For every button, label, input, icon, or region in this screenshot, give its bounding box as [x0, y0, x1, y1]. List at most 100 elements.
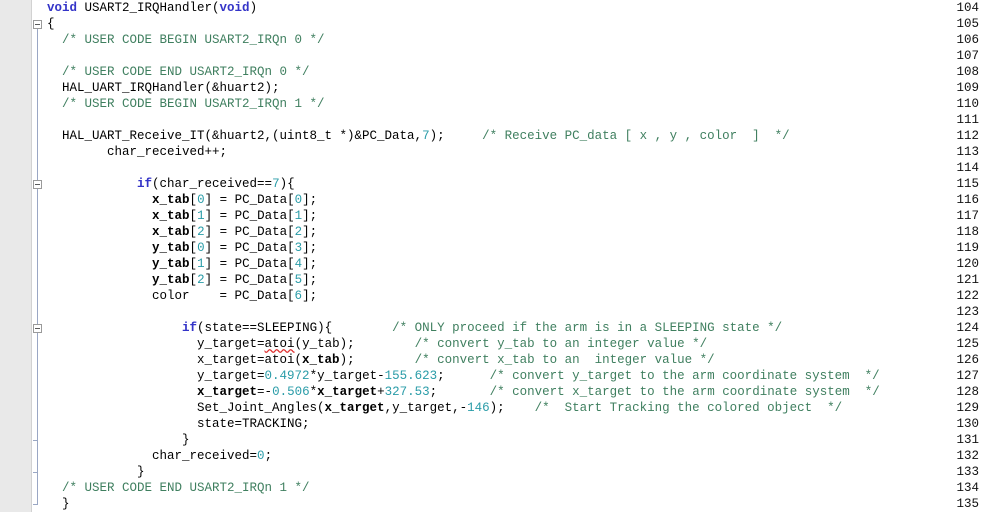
- number-token: 6: [294, 289, 303, 303]
- code-token: x_tab: [302, 353, 340, 367]
- keyword-token: if: [137, 177, 153, 191]
- number-token: 4: [294, 257, 303, 271]
- code-line[interactable]: y_tab[1] = PC_Data[4];: [47, 256, 982, 272]
- number-token: 2: [294, 225, 303, 239]
- code-token: ] = PC_Data[: [204, 241, 295, 255]
- code-token: y_target=: [47, 337, 265, 351]
- code-line[interactable]: color = PC_Data[6];: [47, 288, 982, 304]
- code-line[interactable]: [47, 160, 982, 176]
- comment-token: /* Start Tracking the colored object */: [534, 401, 843, 415]
- code-token: char_received++;: [47, 145, 228, 159]
- keyword-token: if: [182, 321, 198, 335]
- code-line[interactable]: y_tab[2] = PC_Data[5];: [47, 272, 982, 288]
- number-token: 7: [422, 129, 430, 143]
- comment-token: /* ONLY proceed if the arm is in a SLEEP…: [392, 321, 783, 335]
- code-line[interactable]: char_received=0;: [47, 448, 982, 464]
- code-line[interactable]: /* USER CODE BEGIN USART2_IRQn 0 */: [47, 32, 982, 48]
- number-token: 0: [197, 193, 205, 207]
- comment-token: /* USER CODE BEGIN USART2_IRQn 0 */: [62, 33, 325, 47]
- line-number-gutter[interactable]: [0, 0, 32, 512]
- code-token: y_tab: [152, 257, 190, 271]
- code-line[interactable]: /* USER CODE END USART2_IRQn 0 */: [47, 64, 982, 80]
- code-line[interactable]: x_target=atoi(x_tab); /* convert x_tab t…: [47, 352, 982, 368]
- code-token: char_received=: [47, 449, 258, 463]
- error-token: atoi: [264, 337, 295, 351]
- number-token: 0: [257, 449, 265, 463]
- number-token: 155.623: [384, 369, 438, 383]
- code-token: ){: [279, 177, 295, 191]
- code-token: {: [47, 17, 55, 31]
- fold-end-tick: [33, 440, 38, 441]
- comment-token: /* convert x_target to the arm coordinat…: [489, 385, 880, 399]
- code-token: );: [339, 353, 415, 367]
- number-token: 2: [197, 273, 205, 287]
- number-token: 3: [294, 241, 303, 255]
- code-line[interactable]: state=TRACKING;: [47, 416, 982, 432]
- code-token: =-: [257, 385, 273, 399]
- code-line[interactable]: HAL_UART_Receive_IT(&huart2,(uint8_t *)&…: [47, 128, 982, 144]
- code-token: }: [47, 497, 70, 511]
- code-line[interactable]: Set_Joint_Angles(x_target,y_target,-146)…: [47, 400, 982, 416]
- code-token: x_tab: [152, 225, 190, 239]
- code-token: ];: [302, 193, 318, 207]
- comment-token: /* convert x_tab to an integer value */: [414, 353, 715, 367]
- code-token: y_target=: [47, 369, 265, 383]
- code-token: ] = PC_Data[: [204, 193, 295, 207]
- code-line[interactable]: [47, 112, 982, 128]
- number-token: 0: [197, 241, 205, 255]
- comment-token: /* USER CODE END USART2_IRQn 0 */: [62, 65, 310, 79]
- code-token: state=TRACKING;: [47, 417, 310, 431]
- code-token: x_target: [324, 401, 385, 415]
- code-token: ] = PC_Data[: [204, 257, 295, 271]
- code-line[interactable]: x_tab[0] = PC_Data[0];: [47, 192, 982, 208]
- code-line[interactable]: /* USER CODE END USART2_IRQn 1 */: [47, 480, 982, 496]
- code-token: HAL_UART_IRQHandler(&huart2);: [47, 81, 280, 95]
- number-token: 5: [294, 273, 303, 287]
- code-token: [: [189, 193, 198, 207]
- code-line[interactable]: [47, 48, 982, 64]
- code-token: }: [47, 433, 190, 447]
- code-line[interactable]: x_tab[2] = PC_Data[2];: [47, 224, 982, 240]
- number-token: 0.506: [272, 385, 310, 399]
- code-folding-margin[interactable]: [32, 0, 46, 512]
- code-token: ];: [302, 225, 318, 239]
- fold-minus-icon[interactable]: [33, 180, 42, 189]
- code-token: [: [189, 273, 198, 287]
- fold-minus-icon[interactable]: [33, 324, 42, 333]
- code-token: ] = PC_Data[: [204, 273, 295, 287]
- code-line[interactable]: /* USER CODE BEGIN USART2_IRQn 1 */: [47, 96, 982, 112]
- code-token: x_tab: [152, 193, 190, 207]
- fold-minus-icon[interactable]: [33, 20, 42, 29]
- code-line[interactable]: }: [47, 464, 982, 480]
- code-line[interactable]: void USART2_IRQHandler(void): [47, 0, 982, 16]
- code-token: ): [249, 1, 258, 15]
- code-token: ];: [302, 273, 318, 287]
- code-line[interactable]: [47, 304, 982, 320]
- code-line[interactable]: }: [47, 496, 982, 512]
- code-line[interactable]: HAL_UART_IRQHandler(&huart2);: [47, 80, 982, 96]
- code-token: x_target=atoi(: [47, 353, 303, 367]
- code-line[interactable]: char_received++;: [47, 144, 982, 160]
- code-content[interactable]: void USART2_IRQHandler(void){ /* USER CO…: [47, 0, 982, 512]
- code-line[interactable]: if(char_received==7){: [47, 176, 982, 192]
- fold-guide-line: [37, 333, 38, 440]
- code-token: [: [189, 257, 198, 271]
- code-line[interactable]: if(state==SLEEPING){ /* ONLY proceed if …: [47, 320, 982, 336]
- code-line[interactable]: x_target=-0.506*x_target+327.53; /* conv…: [47, 384, 982, 400]
- code-line[interactable]: }: [47, 432, 982, 448]
- code-token: [: [189, 241, 198, 255]
- code-line[interactable]: y_target=atoi(y_tab); /* convert y_tab t…: [47, 336, 982, 352]
- number-token: 2: [197, 225, 205, 239]
- code-token: );: [489, 401, 535, 415]
- code-line[interactable]: y_target=0.4972*y_target-155.623; /* con…: [47, 368, 982, 384]
- code-token: ] = PC_Data[: [204, 209, 295, 223]
- code-token: }: [47, 465, 145, 479]
- code-line[interactable]: {: [47, 16, 982, 32]
- code-line[interactable]: y_tab[0] = PC_Data[3];: [47, 240, 982, 256]
- code-editor[interactable]: 104 105 106 107 108 109 110 111 112 113 114 115 116 1…: [0, 0, 982, 512]
- code-line[interactable]: x_tab[1] = PC_Data[1];: [47, 208, 982, 224]
